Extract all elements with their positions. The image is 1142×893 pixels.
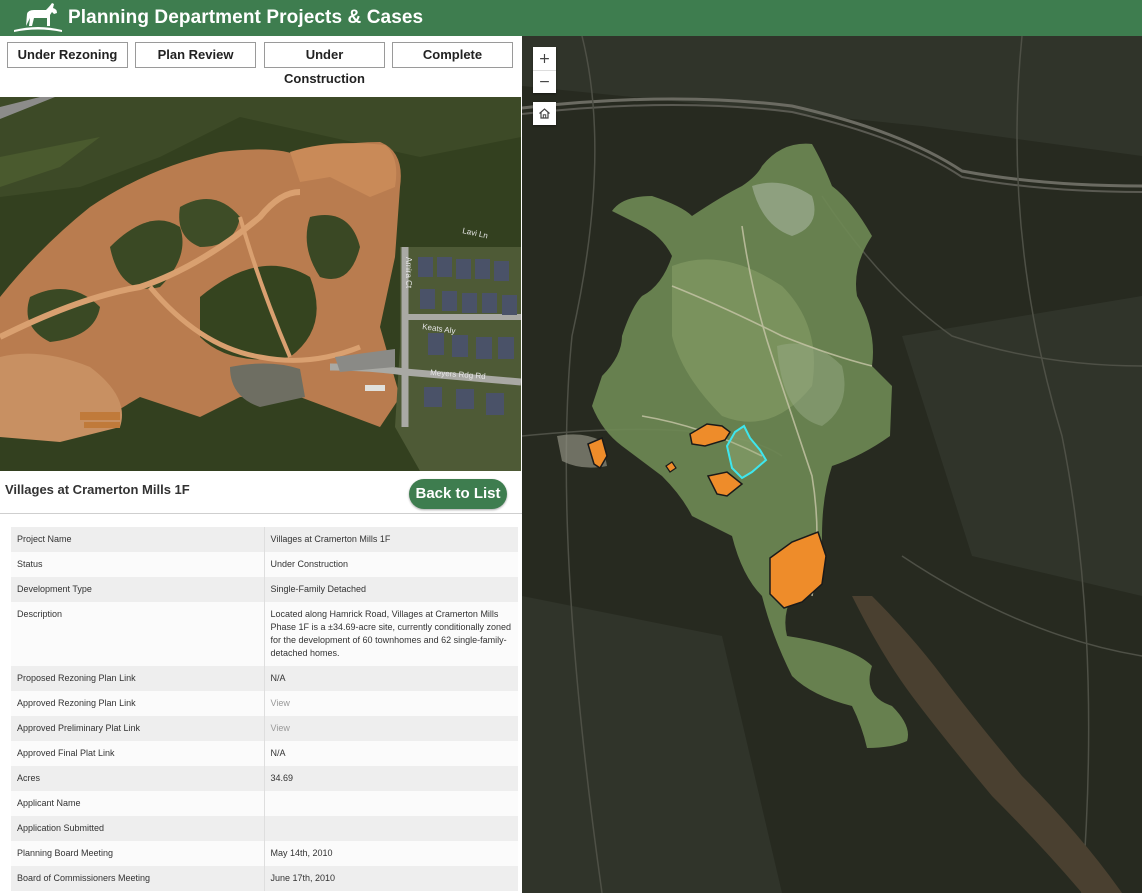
project-title: Villages at Cramerton Mills 1F — [5, 482, 190, 497]
detail-value: Single-Family Detached — [270, 584, 367, 594]
home-button[interactable] — [533, 102, 556, 125]
status-filter-bar: Under Rezoning Plan Review Under Constru… — [7, 42, 515, 86]
detail-value: May 14th, 2010 — [270, 848, 333, 858]
table-row: Approved Final Plat Link N/A — [11, 741, 518, 766]
table-row: Approved Rezoning Plan Link View — [11, 691, 518, 716]
detail-value: Villages at Cramerton Mills 1F — [270, 534, 391, 544]
app-title: Planning Department Projects & Cases — [68, 7, 424, 28]
detail-label: Planning Board Meeting — [11, 841, 265, 866]
map-view[interactable]: + − — [522, 36, 1142, 893]
detail-value: June 17th, 2010 — [270, 873, 336, 883]
street-label: Amira Ct — [404, 257, 413, 289]
divider — [0, 513, 522, 514]
app-header: Planning Department Projects & Cases — [0, 0, 1142, 36]
table-row: Development Type Single-Family Detached — [11, 577, 518, 602]
detail-value: Under Construction — [270, 559, 349, 569]
table-row: Proposed Rezoning Plan Link N/A — [11, 666, 518, 691]
detail-label: Board of Commissioners Meeting — [11, 866, 265, 891]
project-panel: Under Rezoning Plan Review Under Constru… — [0, 36, 522, 893]
project-details-table: Project Name Villages at Cramerton Mills … — [11, 527, 518, 891]
table-row: Project Name Villages at Cramerton Mills … — [11, 527, 518, 552]
table-row: Status Under Construction — [11, 552, 518, 577]
goat-logo-icon — [14, 3, 62, 32]
detail-value: 34.69 — [270, 773, 294, 783]
project-aerial-photo: Lavi Ln Keats Aly Meyers Rdg Rd Amira Ct — [0, 97, 521, 471]
detail-label: Applicant Name — [11, 791, 265, 816]
zoom-out-button[interactable]: − — [533, 70, 556, 93]
table-row: Acres 34.69 — [11, 766, 518, 791]
detail-label: Application Submitted — [11, 816, 265, 841]
filter-under-rezoning-button[interactable]: Under Rezoning — [7, 42, 128, 68]
detail-value: Located along Hamrick Road, Villages at … — [270, 609, 512, 658]
table-row: Approved Preliminary Plat Link View — [11, 716, 518, 741]
filter-under-construction-button[interactable]: Under Construction — [264, 42, 385, 86]
approved-rezoning-plan-link[interactable]: View — [271, 698, 290, 708]
filter-complete-button[interactable]: Complete — [392, 42, 513, 68]
detail-label: Acres — [11, 766, 265, 791]
detail-label: Status — [11, 552, 265, 577]
detail-value — [264, 791, 518, 816]
detail-value: N/A — [270, 673, 286, 683]
zoom-controls: + − — [533, 47, 556, 93]
satellite-basemap[interactable] — [522, 36, 1142, 893]
approved-preliminary-plat-link[interactable]: View — [271, 723, 290, 733]
detail-label: Approved Rezoning Plan Link — [11, 691, 265, 716]
table-row: Planning Board Meeting May 14th, 2010 — [11, 841, 518, 866]
zoom-in-button[interactable]: + — [533, 47, 556, 70]
detail-label: Project Name — [11, 527, 265, 552]
table-row: Application Submitted — [11, 816, 518, 841]
filter-plan-review-button[interactable]: Plan Review — [135, 42, 256, 68]
table-row: Applicant Name — [11, 791, 518, 816]
detail-label: Proposed Rezoning Plan Link — [11, 666, 265, 691]
home-icon — [539, 108, 550, 119]
back-to-list-button[interactable]: Back to List — [409, 479, 507, 509]
table-row: Board of Commissioners Meeting June 17th,… — [11, 866, 518, 891]
detail-label: Approved Final Plat Link — [11, 741, 265, 766]
detail-label: Description — [11, 602, 265, 666]
detail-value: N/A — [270, 748, 286, 758]
detail-value — [264, 816, 518, 841]
table-row: Description Located along Hamrick Road, V… — [11, 602, 518, 666]
detail-label: Approved Preliminary Plat Link — [11, 716, 265, 741]
detail-label: Development Type — [11, 577, 265, 602]
